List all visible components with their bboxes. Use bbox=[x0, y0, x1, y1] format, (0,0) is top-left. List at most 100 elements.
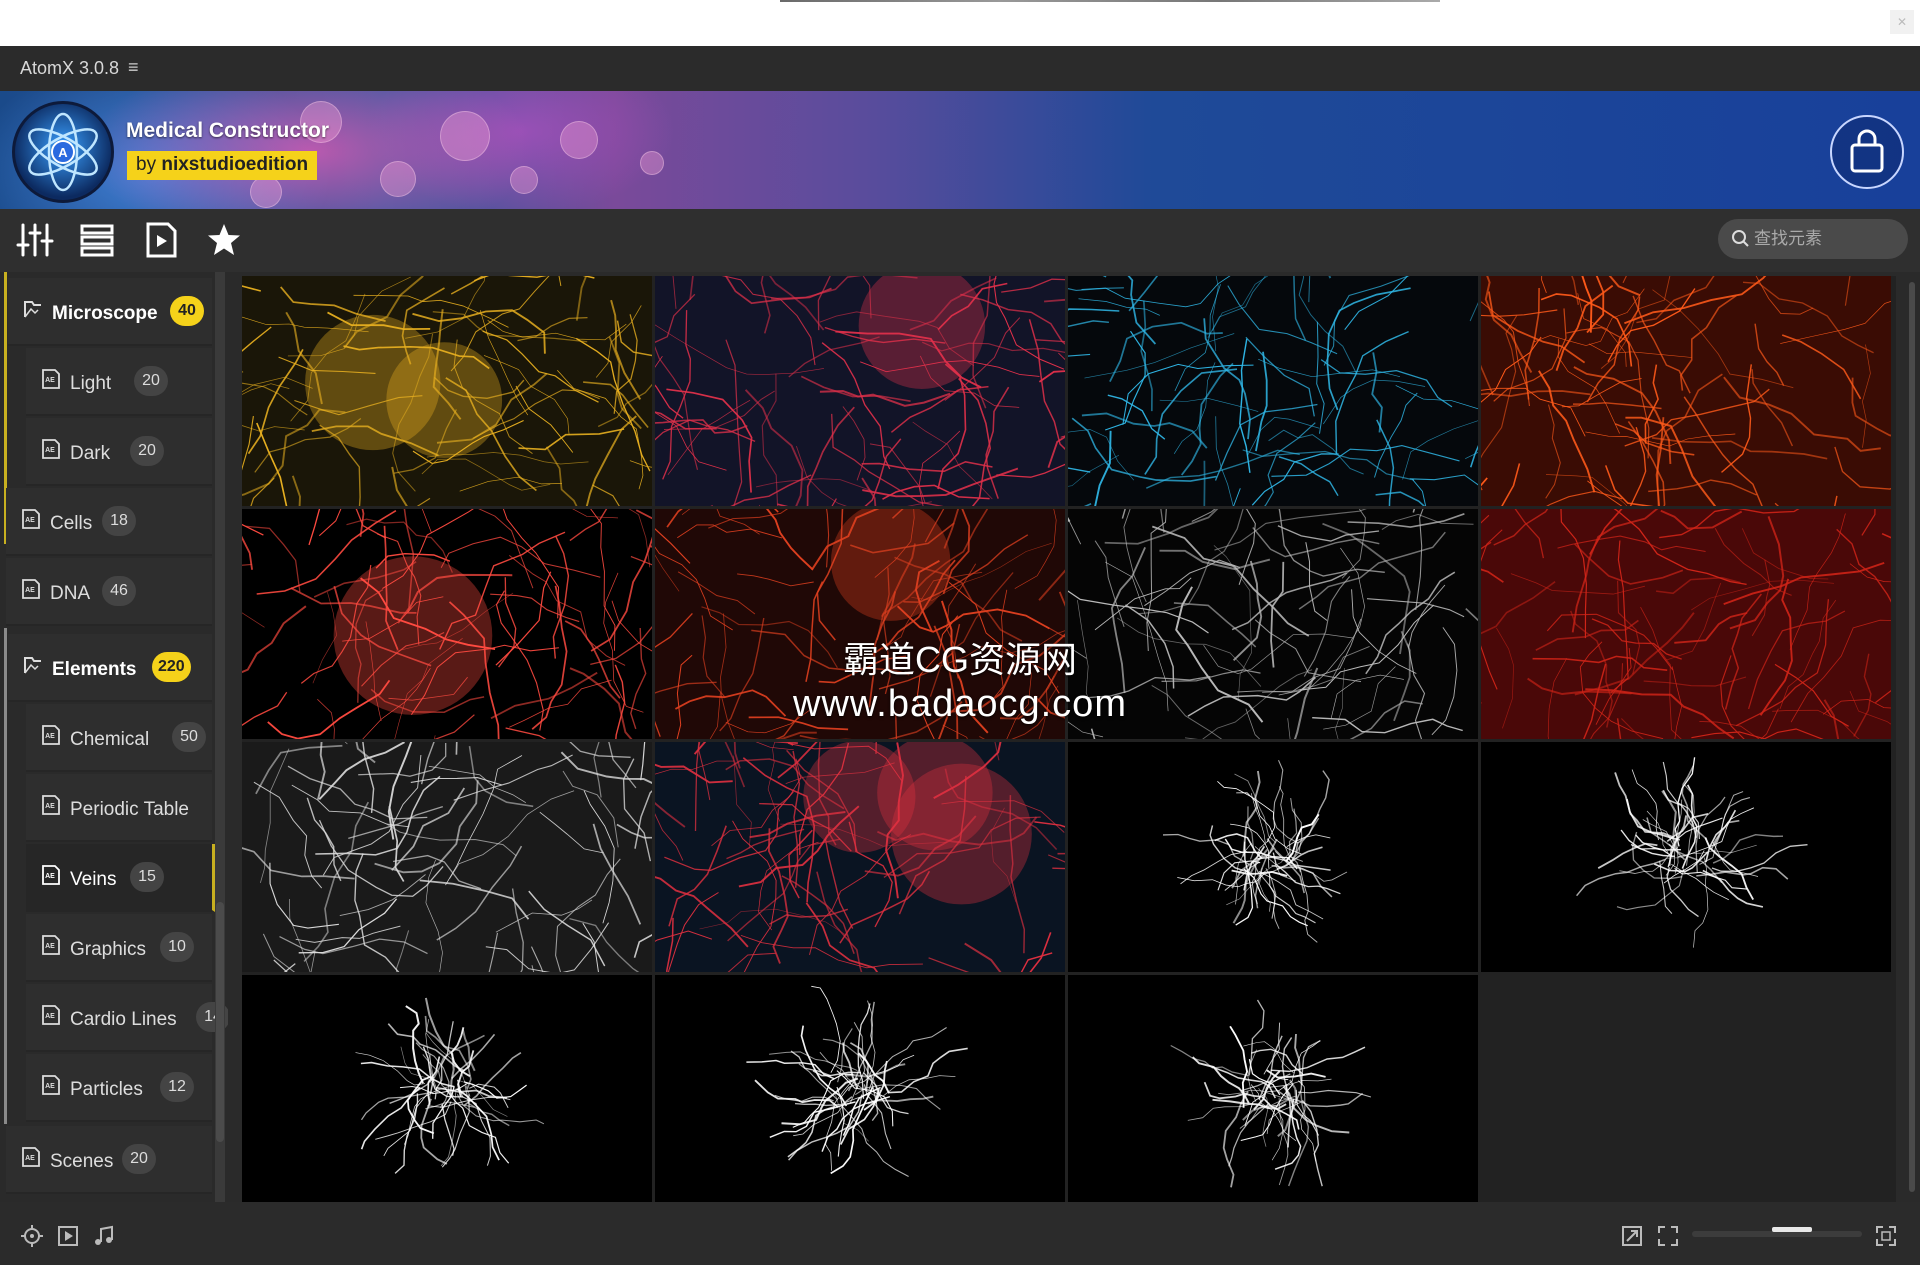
close-icon[interactable]: ✕ bbox=[1890, 10, 1914, 34]
sidebar-item-dna[interactable]: AE DNA 46 bbox=[6, 558, 212, 626]
music-icon[interactable] bbox=[92, 1224, 116, 1248]
zoom-slider-handle[interactable] bbox=[1772, 1227, 1812, 1232]
thumbnail-white-branch-4[interactable] bbox=[655, 975, 1065, 1202]
vein-line bbox=[1140, 300, 1153, 412]
vein-line bbox=[724, 276, 832, 305]
sidebar-item-microscope[interactable]: Microscope 40 bbox=[8, 278, 212, 346]
vein-line bbox=[279, 936, 428, 955]
thumbnail-orange-veins-dense[interactable] bbox=[1481, 276, 1891, 506]
vein-line bbox=[1665, 582, 1722, 661]
sidebar-item-label: Microscope bbox=[52, 303, 158, 324]
search-input[interactable]: 查找元素 bbox=[1718, 219, 1908, 259]
vein-line bbox=[640, 742, 646, 781]
vein-line bbox=[485, 922, 610, 972]
vein-line bbox=[359, 509, 365, 537]
sidebar-item-chemical[interactable]: AE Chemical 50 bbox=[26, 704, 212, 772]
vein-line bbox=[1481, 581, 1556, 635]
hamburger-menu-icon[interactable]: ≡ bbox=[128, 57, 139, 78]
vein-line bbox=[306, 797, 342, 882]
vein-line bbox=[767, 828, 789, 964]
vein-line bbox=[575, 337, 651, 472]
vein-line bbox=[996, 463, 1065, 478]
thumbnail-yellow-veins-glow[interactable] bbox=[242, 276, 652, 506]
vein-line bbox=[1834, 446, 1891, 490]
vein-line bbox=[242, 382, 308, 416]
svg-text:A: A bbox=[58, 145, 68, 160]
vein-pattern bbox=[1576, 757, 1808, 948]
vein-line bbox=[1493, 509, 1549, 546]
vein-line bbox=[1569, 610, 1613, 728]
vein-line bbox=[1643, 676, 1747, 687]
grid-scrollbar[interactable] bbox=[1906, 272, 1920, 1202]
vein-line bbox=[733, 755, 752, 849]
thumbnail-white-veins-dense[interactable] bbox=[242, 742, 652, 972]
vein-line bbox=[518, 428, 625, 451]
vein-line bbox=[1656, 373, 1723, 506]
thumbnail-red-veins-dense[interactable] bbox=[1481, 509, 1891, 739]
sidebar-item-cardio-lines[interactable]: AE Cardio Lines 14 bbox=[26, 984, 228, 1052]
author-badge[interactable]: by nixstudioedition bbox=[127, 151, 318, 180]
thumbnail-red-blue-veins[interactable] bbox=[655, 276, 1065, 506]
vein-line bbox=[788, 829, 813, 899]
asset-grid bbox=[242, 276, 1896, 1202]
watermark-line1: 霸道CG资源网 bbox=[842, 639, 1077, 680]
sidebar-item-graphics[interactable]: AE Graphics 10 bbox=[26, 914, 212, 982]
grid-scroll-thumb[interactable] bbox=[1909, 282, 1915, 1192]
vein-line bbox=[1203, 460, 1206, 506]
sidebar-scrollbar[interactable] bbox=[215, 272, 225, 1202]
thumbnail-white-branch-1[interactable] bbox=[1068, 742, 1478, 972]
vein-line bbox=[622, 758, 652, 862]
vein-line bbox=[1248, 999, 1265, 1075]
resize-icon[interactable] bbox=[1620, 1224, 1644, 1248]
thumbnail-cyan-veins[interactable] bbox=[1068, 276, 1478, 506]
vein-line bbox=[1779, 599, 1837, 710]
vein-line bbox=[1751, 369, 1794, 447]
thumbnail-red-neuron-cluster[interactable] bbox=[655, 742, 1065, 972]
vein-line bbox=[1412, 478, 1427, 506]
vein-line bbox=[450, 276, 485, 295]
vein-line bbox=[1574, 543, 1684, 585]
sidebar-item-particles[interactable]: AE Particles 12 bbox=[26, 1054, 212, 1122]
thumbnail-white-branch-3[interactable] bbox=[242, 975, 652, 1202]
zoom-slider[interactable] bbox=[1692, 1227, 1862, 1237]
thumbnail-white-branch-2[interactable] bbox=[1481, 742, 1891, 972]
sliders-icon[interactable] bbox=[16, 221, 54, 259]
favorites-star-icon[interactable] bbox=[205, 221, 243, 259]
sidebar-item-cells[interactable]: AE Cells 18 bbox=[6, 488, 212, 556]
sidebar-item-scenes[interactable]: AE Scenes 20 bbox=[6, 1126, 212, 1194]
shopping-bag-icon[interactable] bbox=[1830, 115, 1904, 189]
play-icon[interactable] bbox=[56, 1224, 80, 1248]
vein-line bbox=[655, 355, 727, 471]
fullscreen-icon[interactable] bbox=[1874, 1224, 1898, 1248]
vein-line bbox=[1211, 276, 1269, 332]
atomx-logo: A bbox=[12, 101, 114, 203]
sidebar-item-dark[interactable]: AE Dark 20 bbox=[26, 418, 212, 486]
sidebar-item-elements[interactable]: Elements 220 bbox=[8, 634, 212, 702]
sidebar-item-veins[interactable]: AE Veins 15 bbox=[26, 844, 215, 912]
sidebar-item-light[interactable]: AE Light 20 bbox=[26, 348, 212, 416]
vein-line bbox=[662, 310, 691, 480]
vein-line bbox=[655, 419, 756, 443]
thumbnail-white-branch-5[interactable] bbox=[1068, 975, 1478, 1202]
vein-line bbox=[242, 847, 355, 880]
target-icon[interactable] bbox=[20, 1224, 44, 1248]
vein-line bbox=[1173, 362, 1216, 454]
vein-line bbox=[303, 801, 370, 962]
vein-line bbox=[1395, 385, 1478, 410]
sidebar-item-label: Light bbox=[70, 373, 112, 394]
video-preview-icon[interactable] bbox=[142, 221, 180, 259]
sidebar-item-periodic-table[interactable]: AE Periodic Table bbox=[26, 774, 212, 842]
vein-line bbox=[242, 370, 244, 373]
watermark-line2: www.badaocg.com bbox=[793, 683, 1127, 725]
vein-line bbox=[1510, 573, 1646, 595]
fit-icon[interactable] bbox=[1656, 1224, 1680, 1248]
banner-bubble bbox=[250, 176, 282, 208]
thumbnail-red-neuron-burst[interactable] bbox=[242, 509, 652, 739]
vein-line bbox=[242, 605, 307, 674]
list-view-icon[interactable] bbox=[78, 221, 116, 259]
vein-line bbox=[1068, 520, 1082, 545]
sidebar-scroll-thumb[interactable] bbox=[216, 902, 224, 1142]
vein-line bbox=[655, 384, 684, 419]
vein-line bbox=[1481, 315, 1518, 459]
vein-line bbox=[1790, 619, 1891, 723]
